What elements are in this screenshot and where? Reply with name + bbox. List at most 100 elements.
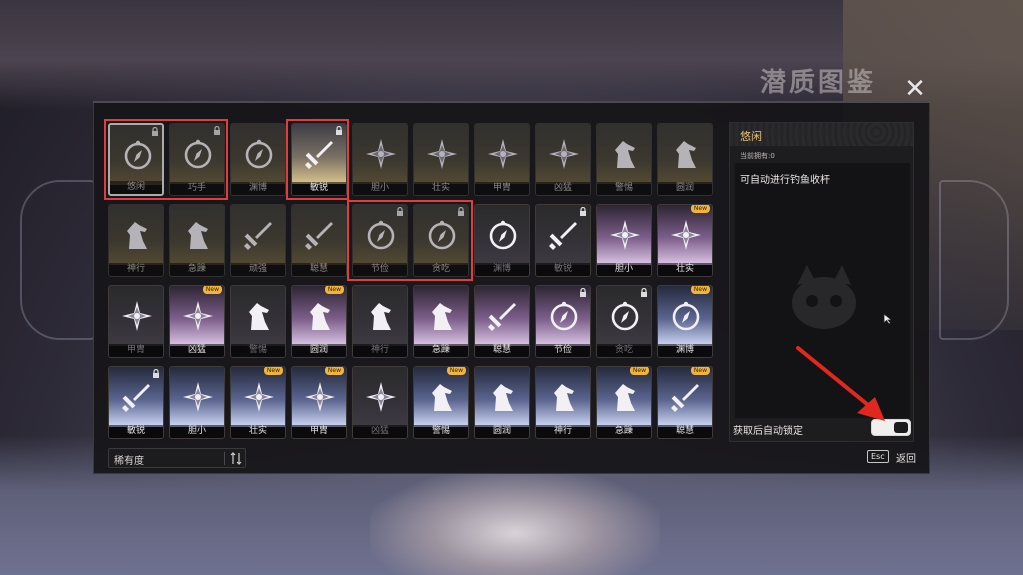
horse-icon [365,300,397,332]
rarity-sort-dropdown[interactable]: 稀有度 [108,448,246,468]
description-text: 可自动进行钓鱼收杆 [740,175,830,186]
potential-card[interactable]: 聪慧 [291,204,347,277]
card-label: 聪慧 [658,425,712,438]
compass-icon [243,138,275,170]
star-icon [243,381,275,413]
new-badge: New [690,367,710,375]
potential-card[interactable]: 贪吃 [413,204,469,277]
left-ornament [20,180,95,340]
potential-card[interactable]: 甲胄 [474,123,530,196]
card-label: 圆润 [658,182,712,195]
potential-card[interactable]: 渊博 [230,123,286,196]
potential-card[interactable]: 节俭 [535,285,591,358]
card-label: 急躁 [414,344,468,357]
auto-lock-toggle[interactable] [871,419,911,436]
sword-icon [548,219,580,251]
potential-card[interactable]: New 甲胄 [291,366,347,439]
potential-card[interactable]: 敏锐 [535,204,591,277]
card-label: 圆润 [292,344,346,357]
detail-panel: 悠闲 当前拥有:0 可自动进行钓鱼收杆 [729,122,914,442]
esc-key-hint: Esc [867,450,889,463]
potential-card[interactable]: 凶猛 [352,366,408,439]
sort-icon[interactable] [230,452,242,465]
potential-card[interactable]: 节俭 [352,204,408,277]
potential-card[interactable]: 敏锐 [108,366,164,439]
potential-card[interactable]: 警惕 [596,123,652,196]
lock-icon [397,207,403,216]
star-icon [670,219,702,251]
sword-icon [304,138,336,170]
compass-icon [426,219,458,251]
mouse-cursor-icon [883,313,893,325]
compass-icon [670,300,702,332]
potential-card[interactable]: 顽强 [230,204,286,277]
sword-icon [243,219,275,251]
card-label: 贪吃 [597,344,651,357]
new-badge: New [690,205,710,213]
potential-card[interactable]: 急躁 [169,204,225,277]
potential-card[interactable]: New 凶猛 [169,285,225,358]
potential-card[interactable]: New 急躁 [596,366,652,439]
compass-icon [487,219,519,251]
compass-icon [122,139,154,171]
potential-card[interactable]: New 壮实 [230,366,286,439]
card-label: 圆润 [475,425,529,438]
potential-card[interactable]: 神行 [535,366,591,439]
lock-icon [580,207,586,216]
new-badge: New [446,367,466,375]
sort-label: 稀有度 [114,456,144,467]
potential-card[interactable]: 急躁 [413,285,469,358]
lock-icon [336,126,342,135]
card-label: 警惕 [414,425,468,438]
card-label: 聪慧 [292,263,346,276]
horse-icon [304,300,336,332]
right-ornament [939,180,1009,340]
sword-icon [487,300,519,332]
potential-card[interactable]: New 圆润 [291,285,347,358]
auto-lock-label: 获取后自动锁定 [733,426,803,437]
potential-card[interactable]: 凶猛 [535,123,591,196]
potential-card[interactable]: 贪吃 [596,285,652,358]
potential-card[interactable]: 渊博 [474,204,530,277]
back-button[interactable]: 返回 [896,450,916,465]
potential-card[interactable]: 壮实 [413,123,469,196]
potential-card[interactable]: New 聪慧 [657,366,713,439]
potential-card[interactable]: 巧手 [169,123,225,196]
close-icon: ✕ [904,74,926,104]
new-badge: New [629,367,649,375]
description-box: 可自动进行钓鱼收杆 [735,163,910,418]
horse-icon [487,381,519,413]
potential-card[interactable]: 胆小 [169,366,225,439]
potential-card[interactable]: New 渊博 [657,285,713,358]
sword-icon [304,219,336,251]
potential-card[interactable]: 警惕 [230,285,286,358]
potential-card[interactable]: New 警惕 [413,366,469,439]
star-icon [121,300,153,332]
horse-icon [670,138,702,170]
potential-card[interactable]: 胆小 [596,204,652,277]
star-icon [365,138,397,170]
card-label: 警惕 [597,182,651,195]
card-label: 甲胄 [292,425,346,438]
card-label: 敏锐 [292,182,346,195]
potential-card[interactable]: 甲胄 [108,285,164,358]
potential-card[interactable]: 圆润 [657,123,713,196]
new-badge: New [690,286,710,294]
potential-card[interactable]: 圆润 [474,366,530,439]
card-label: 急躁 [170,263,224,276]
potential-card[interactable]: New 壮实 [657,204,713,277]
new-badge: New [324,286,344,294]
potential-card[interactable]: 悠闲 [108,123,164,196]
potential-card[interactable]: 胆小 [352,123,408,196]
horse-icon [426,381,458,413]
card-label: 顽强 [231,263,285,276]
potential-card[interactable]: 敏锐 [291,123,347,196]
potential-card[interactable]: 聪慧 [474,285,530,358]
potential-card[interactable]: 神行 [352,285,408,358]
potential-card[interactable]: 神行 [108,204,164,277]
card-label: 贪吃 [414,263,468,276]
card-label: 壮实 [414,182,468,195]
card-label: 渊博 [475,263,529,276]
close-button[interactable]: ✕ [902,76,928,102]
card-label: 壮实 [231,425,285,438]
